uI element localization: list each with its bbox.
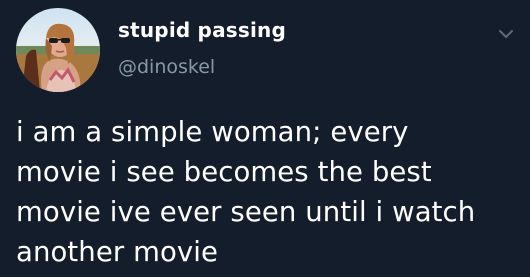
profile-photo-icon — [16, 8, 100, 92]
tweet-card: stupid passing @dinoskel i am a simple w… — [0, 0, 530, 277]
avatar[interactable] — [16, 8, 100, 92]
tweet-text-line: movie i see becomes the best — [16, 156, 432, 188]
tweet-text-line: i am a simple woman; every — [16, 116, 409, 148]
display-name[interactable]: stupid passing — [118, 18, 286, 42]
chevron-down-icon[interactable] — [496, 24, 516, 44]
tweet-text: i am a simple woman; every movie i see b… — [16, 112, 516, 272]
tweet-text-line: movie ive ever seen until i watch — [16, 196, 476, 228]
user-handle[interactable]: @dinoskel — [118, 56, 215, 78]
tweet-text-line: another movie — [16, 236, 219, 268]
